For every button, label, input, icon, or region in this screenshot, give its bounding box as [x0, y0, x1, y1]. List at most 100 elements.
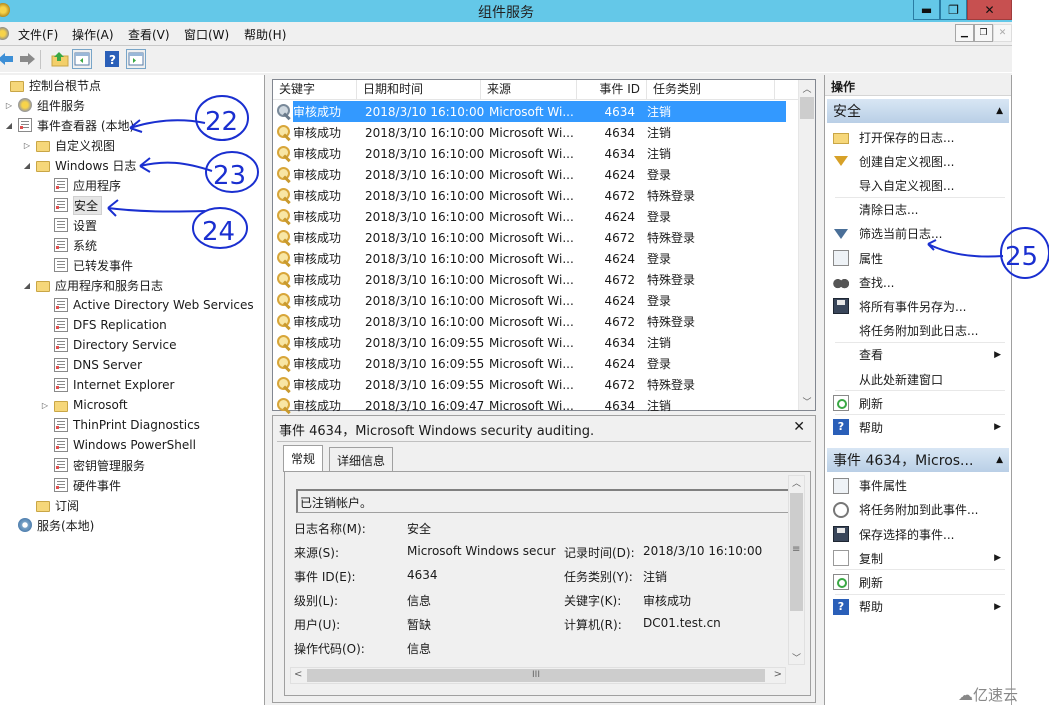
menu-help[interactable]: 帮助(H) — [244, 26, 286, 43]
tree-item[interactable]: ◢ 事件查看器 (本地) — [4, 115, 134, 135]
tree-item[interactable]: 安全 — [40, 195, 103, 215]
event-list-scrollbar[interactable]: ︿ ﹀ — [798, 80, 815, 410]
tree-item[interactable]: ▷ Microsoft — [40, 395, 128, 415]
collapse-arrow-icon[interactable]: ◢ — [22, 161, 32, 170]
menu-action[interactable]: 操作(A) — [72, 26, 114, 43]
event-row[interactable]: 审核成功 2018/3/10 16:09:55 Microsoft Wi... 463… — [273, 332, 799, 353]
tree-item[interactable]: DFS Replication — [40, 315, 167, 335]
forward-button[interactable] — [18, 49, 36, 69]
tree-item[interactable]: ▷ 自定义视图 — [22, 135, 115, 155]
actions-section-header[interactable]: 安全 ▲ — [827, 99, 1009, 123]
column-header-task-category[interactable]: 任务类别 — [647, 80, 775, 100]
action-item[interactable]: 查找... — [827, 270, 1009, 294]
scroll-up-arrow-icon[interactable]: ︿ — [799, 80, 815, 97]
tree-item[interactable]: DNS Server — [40, 355, 142, 375]
mdi-close-button[interactable]: ✕ — [993, 24, 1012, 42]
detail-close-icon[interactable]: ✕ — [793, 419, 805, 435]
action-item[interactable]: 事件属性 — [827, 474, 1009, 498]
tree-item[interactable]: ◢ Windows 日志 — [22, 155, 136, 175]
event-row[interactable]: 审核成功 2018/3/10 16:10:00 Microsoft Wi... 467… — [273, 311, 799, 332]
minimize-button[interactable]: ▬ — [913, 0, 940, 20]
action-item[interactable]: 将所有事件另存为... — [827, 294, 1009, 318]
event-row[interactable]: 审核成功 2018/3/10 16:10:00 Microsoft Wi... 462… — [273, 206, 799, 227]
scroll-left-icon[interactable]: < — [294, 669, 302, 680]
tree-item[interactable]: Windows PowerShell — [40, 435, 196, 455]
menu-view[interactable]: 查看(V) — [128, 26, 170, 43]
scroll-right-icon[interactable]: > — [774, 669, 782, 680]
action-item[interactable]: 打开保存的日志... — [827, 125, 1009, 149]
event-row[interactable]: 审核成功 2018/3/10 16:09:47 Microsoft Wi... 463… — [273, 395, 799, 416]
close-button[interactable]: ✕ — [967, 0, 1012, 20]
tree-item[interactable]: 服务(本地) — [4, 515, 94, 535]
tree-item[interactable]: ◢ 应用程序和服务日志 — [22, 275, 163, 295]
event-row[interactable]: 审核成功 2018/3/10 16:10:00 Microsoft Wi... 462… — [273, 164, 799, 185]
event-row[interactable]: 审核成功 2018/3/10 16:10:00 Microsoft Wi... 463… — [273, 101, 799, 122]
mdi-restore-button[interactable]: ❐ — [974, 24, 993, 42]
show-hide-action-pane-button[interactable] — [126, 49, 146, 69]
tree-item[interactable]: 设置 — [40, 215, 97, 235]
column-header-source[interactable]: 来源 — [481, 80, 577, 100]
collapse-triangle-icon[interactable]: ▲ — [996, 106, 1003, 116]
action-item[interactable]: 复制 ▶ — [827, 546, 1009, 570]
event-row[interactable]: 审核成功 2018/3/10 16:10:00 Microsoft Wi... 463… — [273, 122, 799, 143]
tree-item[interactable]: 控制台根节点 — [0, 75, 101, 95]
action-item[interactable]: 清除日志... — [827, 198, 1009, 222]
tree-item[interactable]: 订阅 — [22, 495, 79, 515]
restore-button[interactable]: ❐ — [940, 0, 967, 20]
tree-item[interactable]: 硬件事件 — [40, 475, 121, 495]
tree-item[interactable]: Active Directory Web Services — [40, 295, 254, 315]
event-row[interactable]: 审核成功 2018/3/10 16:09:55 Microsoft Wi... 467… — [273, 374, 799, 395]
tree-item[interactable]: ▷ 组件服务 — [4, 95, 85, 115]
tab-general[interactable]: 常规 — [283, 445, 324, 472]
column-header-event-id[interactable]: 事件 ID — [577, 80, 647, 100]
scroll-down-arrow-icon[interactable]: ﹀ — [799, 393, 815, 410]
action-item[interactable]: 刷新 — [827, 391, 1009, 415]
back-button[interactable] — [0, 49, 14, 69]
event-row[interactable]: 审核成功 2018/3/10 16:10:00 Microsoft Wi... 462… — [273, 290, 799, 311]
detail-vertical-scrollbar[interactable]: ︿ ≡ ﹀ — [788, 475, 805, 665]
show-hide-tree-button[interactable] — [72, 49, 92, 69]
event-row[interactable]: 审核成功 2018/3/10 16:10:00 Microsoft Wi... 467… — [273, 227, 799, 248]
action-item[interactable]: 属性 — [827, 246, 1009, 270]
action-item[interactable]: 创建自定义视图... — [827, 149, 1009, 173]
event-row[interactable]: 审核成功 2018/3/10 16:10:00 Microsoft Wi... 467… — [273, 185, 799, 206]
expand-arrow-icon[interactable]: ▷ — [40, 401, 50, 410]
action-item[interactable]: 刷新 — [827, 570, 1009, 594]
event-row[interactable]: 审核成功 2018/3/10 16:10:00 Microsoft Wi... 467… — [273, 269, 799, 290]
action-item[interactable]: 将任务附加到此日志... — [827, 319, 1009, 343]
detail-scroll-down-icon[interactable]: ﹀ — [789, 651, 804, 664]
collapse-triangle-icon[interactable]: ▲ — [996, 455, 1003, 465]
column-header-keyword[interactable]: 关键字 — [273, 80, 357, 100]
event-description[interactable]: 已注销帐户。 — [296, 489, 791, 513]
action-item[interactable]: 查看 ▶ — [827, 343, 1009, 367]
tree-item[interactable]: Internet Explorer — [40, 375, 174, 395]
action-item[interactable]: 保存选择的事件... — [827, 522, 1009, 546]
tree-item[interactable]: Directory Service — [40, 335, 176, 355]
h-scrollbar-thumb[interactable]: III — [307, 669, 765, 682]
expand-arrow-icon[interactable]: ▷ — [4, 101, 14, 110]
help-toolbar-button[interactable]: ? — [104, 49, 120, 69]
tree-item[interactable]: 应用程序 — [40, 175, 121, 195]
action-item[interactable]: 将任务附加到此事件... — [827, 498, 1009, 522]
tree-item[interactable]: 系统 — [40, 235, 97, 255]
tree-item[interactable]: ThinPrint Diagnostics — [40, 415, 200, 435]
actions-section-header[interactable]: 事件 4634，Micros... ▲ — [827, 447, 1009, 472]
tab-details[interactable]: 详细信息 — [329, 447, 394, 471]
event-row[interactable]: 审核成功 2018/3/10 16:09:55 Microsoft Wi... 462… — [273, 353, 799, 374]
scrollbar-thumb[interactable] — [800, 97, 814, 119]
action-item[interactable]: ? 帮助 ▶ — [827, 595, 1009, 619]
detail-scroll-up-icon[interactable]: ︿ — [789, 476, 804, 493]
action-item[interactable]: 导入自定义视图... — [827, 173, 1009, 197]
event-row[interactable]: 审核成功 2018/3/10 16:10:00 Microsoft Wi... 462… — [273, 248, 799, 269]
expand-arrow-icon[interactable]: ▷ — [22, 141, 32, 150]
tree-item[interactable]: 已转发事件 — [40, 255, 133, 275]
event-row[interactable]: 审核成功 2018/3/10 16:10:00 Microsoft Wi... 463… — [273, 143, 799, 164]
tree-item[interactable]: 密钥管理服务 — [40, 455, 145, 475]
menu-file[interactable]: 文件(F) — [18, 26, 58, 43]
system-menu-icon[interactable] — [0, 27, 9, 40]
detail-horizontal-scrollbar[interactable]: < III > — [290, 667, 786, 684]
collapse-arrow-icon[interactable]: ◢ — [22, 281, 32, 290]
mdi-minimize-button[interactable]: ▁ — [955, 24, 974, 42]
action-item[interactable]: 从此处新建窗口 — [827, 367, 1009, 391]
menu-window[interactable]: 窗口(W) — [184, 26, 229, 43]
